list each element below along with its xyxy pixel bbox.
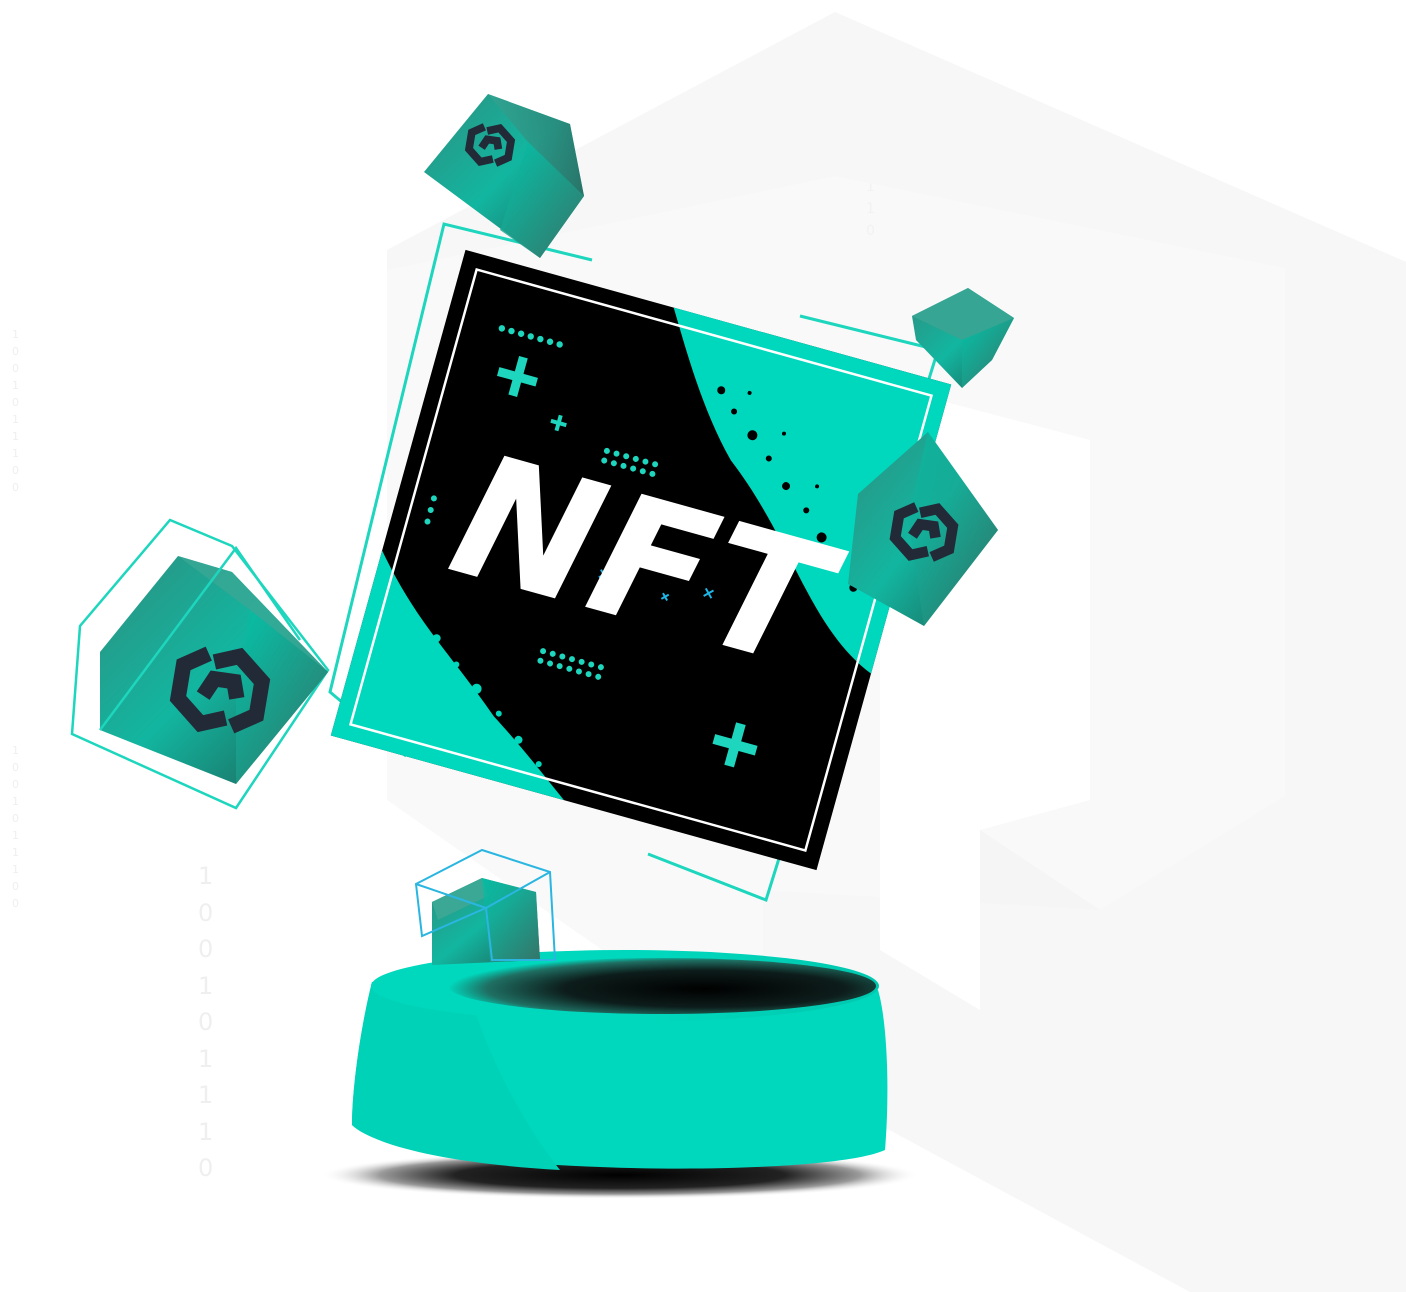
nft-scene: NFT bbox=[70, 12, 1406, 1292]
pedestal-icon bbox=[320, 950, 920, 1199]
nft-illustration: 100101110 1001011100 1001011100 10010111… bbox=[0, 0, 1406, 1292]
cube-icon bbox=[70, 518, 330, 810]
